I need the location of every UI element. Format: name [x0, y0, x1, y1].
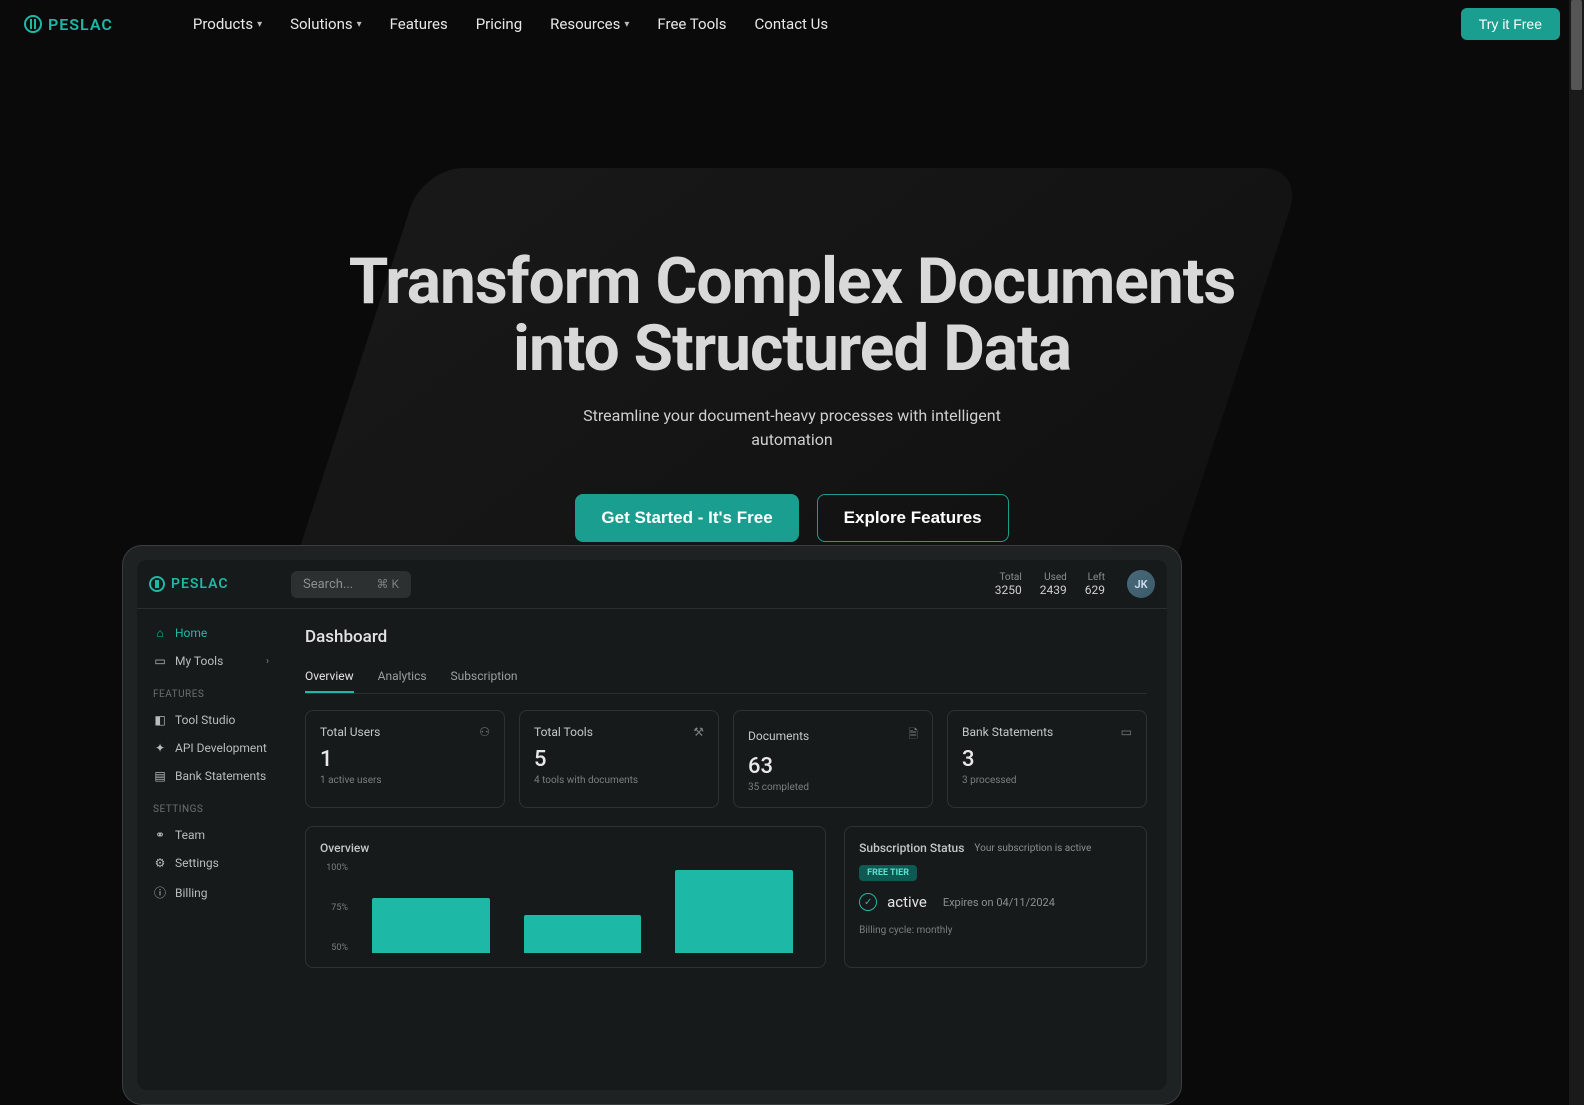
hero-subtitle: Streamline your document-heavy processes… [552, 404, 1032, 452]
tab-overview[interactable]: Overview [305, 661, 354, 693]
top-nav: PESLAC Products▾ Solutions▾ Features Pri… [0, 0, 1584, 48]
avatar[interactable]: JK [1127, 570, 1155, 598]
sidebar-item-my-tools[interactable]: ▭My Tools› [145, 647, 277, 675]
subscription-desc: Your subscription is active [974, 843, 1091, 854]
sidebar-item-tool-studio[interactable]: ◧Tool Studio [145, 706, 277, 734]
stats-row: Total Users⚇ 1 1 active users Total Tool… [305, 710, 1147, 808]
overview-panel: Overview 100% 75% 50% [305, 826, 826, 968]
dashboard-logo[interactable]: PESLAC [149, 576, 279, 592]
sidebar-item-team[interactable]: ⚭Team [145, 821, 277, 849]
billing-icon: ⓘ [153, 884, 167, 901]
dashboard-main: Dashboard Overview Analytics Subscriptio… [285, 609, 1167, 1090]
check-icon: ✓ [859, 893, 877, 911]
document-icon: ▤ [153, 769, 167, 783]
dashboard-preview: PESLAC Search... ⌘ K Total3250 Used2439 … [122, 545, 1182, 1105]
wrench-icon: ⚒ [693, 725, 704, 739]
overview-title: Overview [320, 841, 811, 855]
search-input[interactable]: Search... ⌘ K [291, 571, 411, 598]
studio-icon: ◧ [153, 713, 167, 727]
credits-left: Left629 [1085, 572, 1105, 597]
chart-bars [354, 863, 811, 953]
get-started-button[interactable]: Get Started - It's Free [575, 494, 798, 542]
gear-icon: ⚙ [153, 856, 167, 870]
api-icon: ✦ [153, 741, 167, 755]
overview-chart: 100% 75% 50% [320, 863, 811, 953]
sidebar-item-bank-statements[interactable]: ▤Bank Statements [145, 762, 277, 790]
brand-name: PESLAC [48, 15, 113, 34]
chart-bar-3 [675, 870, 793, 953]
credits-used: Used2439 [1040, 572, 1067, 597]
nav-resources[interactable]: Resources▾ [550, 15, 629, 33]
stat-card-documents: Documents🗎 63 35 completed [733, 710, 933, 808]
home-icon: ⌂ [153, 626, 167, 640]
search-kbd-hint: ⌘ K [376, 577, 399, 591]
sidebar-item-home[interactable]: ⌂Home [145, 619, 277, 647]
sidebar-item-settings[interactable]: ⚙Settings [145, 849, 277, 877]
stat-card-bank: Bank Statements▭ 3 3 processed [947, 710, 1147, 808]
nav-free-tools[interactable]: Free Tools [657, 15, 726, 33]
sidebar-item-api[interactable]: ✦API Development [145, 734, 277, 762]
team-icon: ⚭ [153, 828, 167, 842]
chevron-down-icon: ▾ [357, 19, 362, 30]
stat-card-users: Total Users⚇ 1 1 active users [305, 710, 505, 808]
tab-analytics[interactable]: Analytics [378, 661, 427, 693]
file-icon: 🗎 [908, 725, 918, 746]
nav-pricing[interactable]: Pricing [476, 15, 522, 33]
hero-title: Transform Complex Documents into Structu… [0, 248, 1584, 382]
brand-logo[interactable]: PESLAC [24, 15, 113, 34]
stat-card-tools: Total Tools⚒ 5 4 tools with documents [519, 710, 719, 808]
chevron-down-icon: ▾ [257, 19, 262, 30]
user-icon: ⚇ [479, 725, 490, 739]
credits-total: Total3250 [995, 572, 1022, 597]
tabs: Overview Analytics Subscription [305, 661, 1147, 694]
nav-products[interactable]: Products▾ [193, 15, 262, 33]
dashboard-topbar: PESLAC Search... ⌘ K Total3250 Used2439 … [137, 560, 1167, 608]
chevron-right-icon: › [266, 656, 269, 667]
credits-summary: Total3250 Used2439 Left629 [995, 572, 1105, 597]
chart-bar-1 [372, 898, 490, 953]
sidebar-heading-settings: SETTINGS [145, 790, 277, 821]
nav-links: Products▾ Solutions▾ Features Pricing Re… [193, 15, 828, 33]
sidebar-heading-features: FEATURES [145, 675, 277, 706]
logo-icon [24, 15, 42, 33]
subscription-title: Subscription Status [859, 841, 964, 855]
status-word: active [887, 893, 927, 911]
chart-y-labels: 100% 75% 50% [320, 863, 354, 953]
tools-icon: ▭ [153, 654, 167, 668]
nav-solutions[interactable]: Solutions▾ [290, 15, 362, 33]
try-free-button[interactable]: Try it Free [1461, 8, 1560, 40]
nav-features[interactable]: Features [390, 15, 448, 33]
tier-badge: FREE TIER [859, 865, 917, 881]
page-title: Dashboard [305, 627, 1147, 647]
sidebar: ⌂Home ▭My Tools› FEATURES ◧Tool Studio ✦… [137, 609, 285, 1090]
chart-bar-2 [524, 915, 642, 953]
tab-subscription[interactable]: Subscription [451, 661, 518, 693]
logo-icon [149, 576, 165, 592]
expires-text: Expires on 04/11/2024 [943, 896, 1055, 909]
billing-cycle: Billing cycle: monthly [859, 925, 1132, 936]
sidebar-item-billing[interactable]: ⓘBilling [145, 877, 277, 908]
subscription-panel: Subscription Status Your subscription is… [844, 826, 1147, 968]
nav-contact[interactable]: Contact Us [755, 15, 829, 33]
chevron-down-icon: ▾ [624, 19, 629, 30]
explore-features-button[interactable]: Explore Features [817, 494, 1009, 542]
card-icon: ▭ [1121, 725, 1132, 739]
search-placeholder: Search... [303, 577, 353, 592]
